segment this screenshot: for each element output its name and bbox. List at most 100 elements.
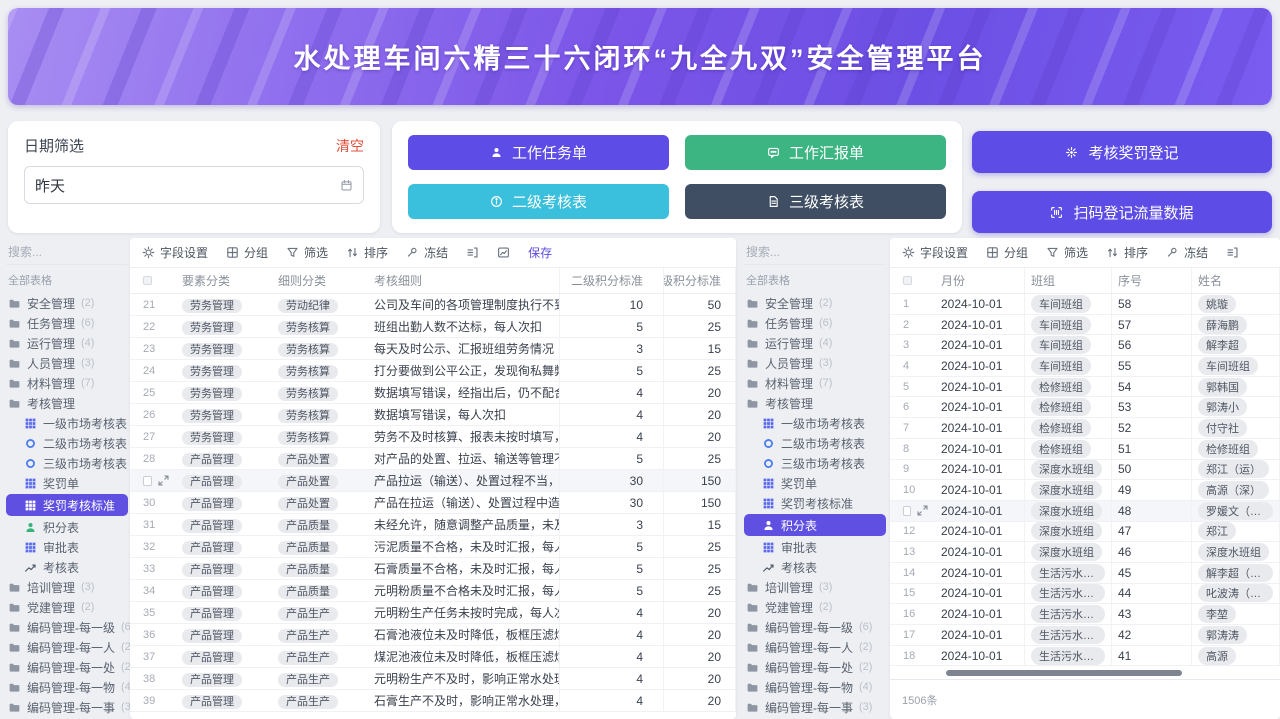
- sidebar-folder-item[interactable]: 安全管理(2): [744, 293, 886, 313]
- date-range-input[interactable]: 昨天: [24, 166, 364, 204]
- sidebar-folder-item[interactable]: 考核管理: [744, 393, 886, 413]
- clear-filter-link[interactable]: 清空: [336, 136, 364, 156]
- table-row[interactable]: 2024-10-01深度水班组48罗媛文（深）: [890, 501, 1280, 522]
- sidebar-table-item[interactable]: 考核表: [6, 557, 128, 577]
- quick-action-button[interactable]: 二级考核表: [408, 184, 669, 219]
- sidebar-folder-item[interactable]: 运行管理(4): [744, 333, 886, 353]
- sidebar-table-item[interactable]: 奖罚考核标准: [744, 493, 886, 513]
- table-row[interactable]: 26劳务管理劳务核算数据填写错误，每人次扣420: [130, 404, 736, 426]
- sidebar-folder-item[interactable]: 编码管理-每一级(6): [744, 617, 886, 637]
- table-row[interactable]: 37产品管理产品生产煤泥池液位未及时降低，板框压滤煤泥未及时卸，每人次扣420: [130, 646, 736, 668]
- sidebar-folder-item[interactable]: 任务管理(6): [6, 313, 128, 333]
- sidebar-folder-item[interactable]: 培训管理(3): [6, 577, 128, 597]
- toolbar-分组[interactable]: 分组: [226, 244, 268, 261]
- sidebar-table-item[interactable]: 一级市场考核表: [6, 413, 128, 433]
- sidebar-folder-item[interactable]: 编码管理-每一人(2): [6, 637, 128, 657]
- new-row-placeholder[interactable]: [130, 712, 736, 719]
- table-row[interactable]: 132024-10-01深度水班组46深度水班组: [890, 542, 1280, 563]
- table-row[interactable]: 36产品管理产品生产石膏池液位未及时降低，板框压滤煤泥未及时卸，每人次扣420: [130, 624, 736, 646]
- toolbar-冻结[interactable]: 冻结: [1166, 244, 1208, 261]
- table-row[interactable]: 27劳务管理劳务核算劳务不及时核算、报表未按时填写，每人次扣420: [130, 426, 736, 448]
- toolbar-字段设置[interactable]: 字段设置: [142, 244, 208, 261]
- side-action-button[interactable]: 考核奖罚登记: [972, 131, 1272, 173]
- quick-action-button[interactable]: 三级考核表: [685, 184, 946, 219]
- table-row[interactable]: 62024-10-01检修班组53郭涛小: [890, 397, 1280, 418]
- table-row[interactable]: 172024-10-01生活污水处理...42郭涛涛: [890, 625, 1280, 646]
- table-row[interactable]: 33产品管理产品质量石膏质量不合格，未及时汇报，每人次扣525: [130, 558, 736, 580]
- toolbar-筛选[interactable]: 筛选: [1046, 244, 1088, 261]
- table-row[interactable]: 52024-10-01检修班组54郭韩国: [890, 377, 1280, 398]
- toolbar-chart[interactable]: [497, 246, 510, 259]
- table-row[interactable]: 72024-10-01检修班组52付守社: [890, 418, 1280, 439]
- row-checkbox[interactable]: [903, 506, 911, 516]
- table-row[interactable]: 92024-10-01深度水班组50郑江（运）: [890, 460, 1280, 481]
- row-checkbox[interactable]: [143, 476, 152, 486]
- table-row[interactable]: 12024-10-01车间班组58姚璇: [890, 294, 1280, 315]
- sidebar-table-item[interactable]: 二级市场考核表: [744, 433, 886, 453]
- table-row[interactable]: 28产品管理产品处置对产品的处置、拉运、输送等管理不到位，每人次扣525: [130, 448, 736, 470]
- toolbar-rowheight[interactable]: [466, 246, 479, 259]
- table-row[interactable]: 182024-10-01生活污水处理...41高源: [890, 646, 1280, 667]
- select-all-checkbox[interactable]: [903, 276, 912, 285]
- sidebar-folder-item[interactable]: 党建管理(2): [6, 597, 128, 617]
- table-row[interactable]: 22024-10-01车间班组57薛海鹏: [890, 315, 1280, 336]
- toolbar-rowheight[interactable]: [1226, 246, 1239, 259]
- side-action-button[interactable]: 扫码登记流量数据: [972, 191, 1272, 233]
- sidebar-search[interactable]: 搜索...: [744, 238, 886, 265]
- table-row[interactable]: 162024-10-01生活污水处理...43李堃: [890, 604, 1280, 625]
- table-row[interactable]: 142024-10-01生活污水处理...45解李超（生活）: [890, 563, 1280, 584]
- sidebar-table-item[interactable]: 奖罚考核标准: [6, 494, 128, 516]
- sidebar-folder-item[interactable]: 编码管理-每一处(2): [6, 657, 128, 677]
- table-row[interactable]: 152024-10-01生活污水处理...44叱波涛（运）: [890, 584, 1280, 605]
- sidebar-folder-item[interactable]: 材料管理(7): [744, 373, 886, 393]
- sidebar-folder-item[interactable]: 运行管理(4): [6, 333, 128, 353]
- table-row[interactable]: 21劳务管理劳动纪律公司及车间的各项管理制度执行不到位，每人次扣1050: [130, 294, 736, 316]
- sidebar-folder-item[interactable]: 编码管理-每一事(3): [744, 697, 886, 717]
- table-row[interactable]: 34产品管理产品质量元明粉质量不合格未及时汇报，每人次扣525: [130, 580, 736, 602]
- sidebar-folder-item[interactable]: 任务管理(6): [744, 313, 886, 333]
- table-row[interactable]: 122024-10-01深度水班组47郑江: [890, 522, 1280, 543]
- sidebar-folder-item[interactable]: 考核管理: [6, 393, 128, 413]
- sidebar-folder-item[interactable]: 编码管理-每一处(2): [744, 657, 886, 677]
- toolbar-保存[interactable]: 保存: [528, 244, 552, 261]
- table-row[interactable]: 31产品管理产品质量未经允许，随意调整产品质量，未及时汇报，每人次扣315: [130, 514, 736, 536]
- sidebar-table-item[interactable]: 积分表: [744, 514, 886, 536]
- table-row[interactable]: 82024-10-01检修班组51检修班组: [890, 439, 1280, 460]
- toolbar-分组[interactable]: 分组: [986, 244, 1028, 261]
- sidebar-table-item[interactable]: 积分表: [6, 517, 128, 537]
- scrollbar-thumb[interactable]: [946, 670, 1182, 676]
- sidebar-table-item[interactable]: 一级市场考核表: [744, 413, 886, 433]
- sidebar-folder-item[interactable]: 编码管理-每一级(6): [6, 617, 128, 637]
- sidebar-search[interactable]: 搜索...: [6, 238, 128, 265]
- sidebar-table-item[interactable]: 三级市场考核表: [744, 453, 886, 473]
- sidebar-table-item[interactable]: 三级市场考核表: [6, 453, 128, 473]
- table-row[interactable]: 38产品管理产品生产元明粉生产不及时，影响正常水处理，每人次扣420: [130, 668, 736, 690]
- sidebar-table-item[interactable]: 审批表: [6, 537, 128, 557]
- sidebar-folder-item[interactable]: 安全管理(2): [6, 293, 128, 313]
- table-row[interactable]: 30产品管理产品处置产品在拉运（输送）、处置过程中造成环保事故，每人次扣3015…: [130, 492, 736, 514]
- sidebar-folder-item[interactable]: 人员管理(3): [744, 353, 886, 373]
- sidebar-folder-item[interactable]: 培训管理(3): [744, 577, 886, 597]
- table-row[interactable]: 32产品管理产品质量污泥质量不合格，未及时汇报，每人次扣525: [130, 536, 736, 558]
- table-row[interactable]: 22劳务管理劳务核算班组出勤人数不达标，每人次扣525: [130, 316, 736, 338]
- sidebar-folder-item[interactable]: 编码管理-每一物(4): [6, 677, 128, 697]
- table-row[interactable]: 102024-10-01深度水班组49高源（深）: [890, 480, 1280, 501]
- sidebar-table-item[interactable]: 考核表: [744, 557, 886, 577]
- table-row[interactable]: 24劳务管理劳务核算打分要做到公平公正，发现徇私舞弊，打人情分，每人次扣525: [130, 360, 736, 382]
- sidebar-table-item[interactable]: 奖罚单: [6, 473, 128, 493]
- table-row[interactable]: 39产品管理产品生产石膏生产不及时，影响正常水处理，每人次扣420: [130, 690, 736, 712]
- quick-action-button[interactable]: 工作任务单: [408, 135, 669, 170]
- sidebar-folder-item[interactable]: 编码管理-每一事(3): [6, 697, 128, 717]
- sidebar-table-item[interactable]: 审批表: [744, 537, 886, 557]
- sidebar-table-item[interactable]: 奖罚单: [744, 473, 886, 493]
- toolbar-排序[interactable]: 排序: [1106, 244, 1148, 261]
- table-row[interactable]: 42024-10-01车间班组55车间班组: [890, 356, 1280, 377]
- sidebar-folder-item[interactable]: 党建管理(2): [744, 597, 886, 617]
- table-row[interactable]: 32024-10-01车间班组56解李超: [890, 335, 1280, 356]
- table-row[interactable]: 35产品管理产品生产元明粉生产任务未按时完成，每人次扣420: [130, 602, 736, 624]
- table-row[interactable]: 25劳务管理劳务核算数据填写错误，经指出后，仍不配合更正，每人次扣420: [130, 382, 736, 404]
- toolbar-筛选[interactable]: 筛选: [286, 244, 328, 261]
- toolbar-字段设置[interactable]: 字段设置: [902, 244, 968, 261]
- sidebar-folder-item[interactable]: 编码管理-每一物(4): [744, 677, 886, 697]
- quick-action-button[interactable]: 工作汇报单: [685, 135, 946, 170]
